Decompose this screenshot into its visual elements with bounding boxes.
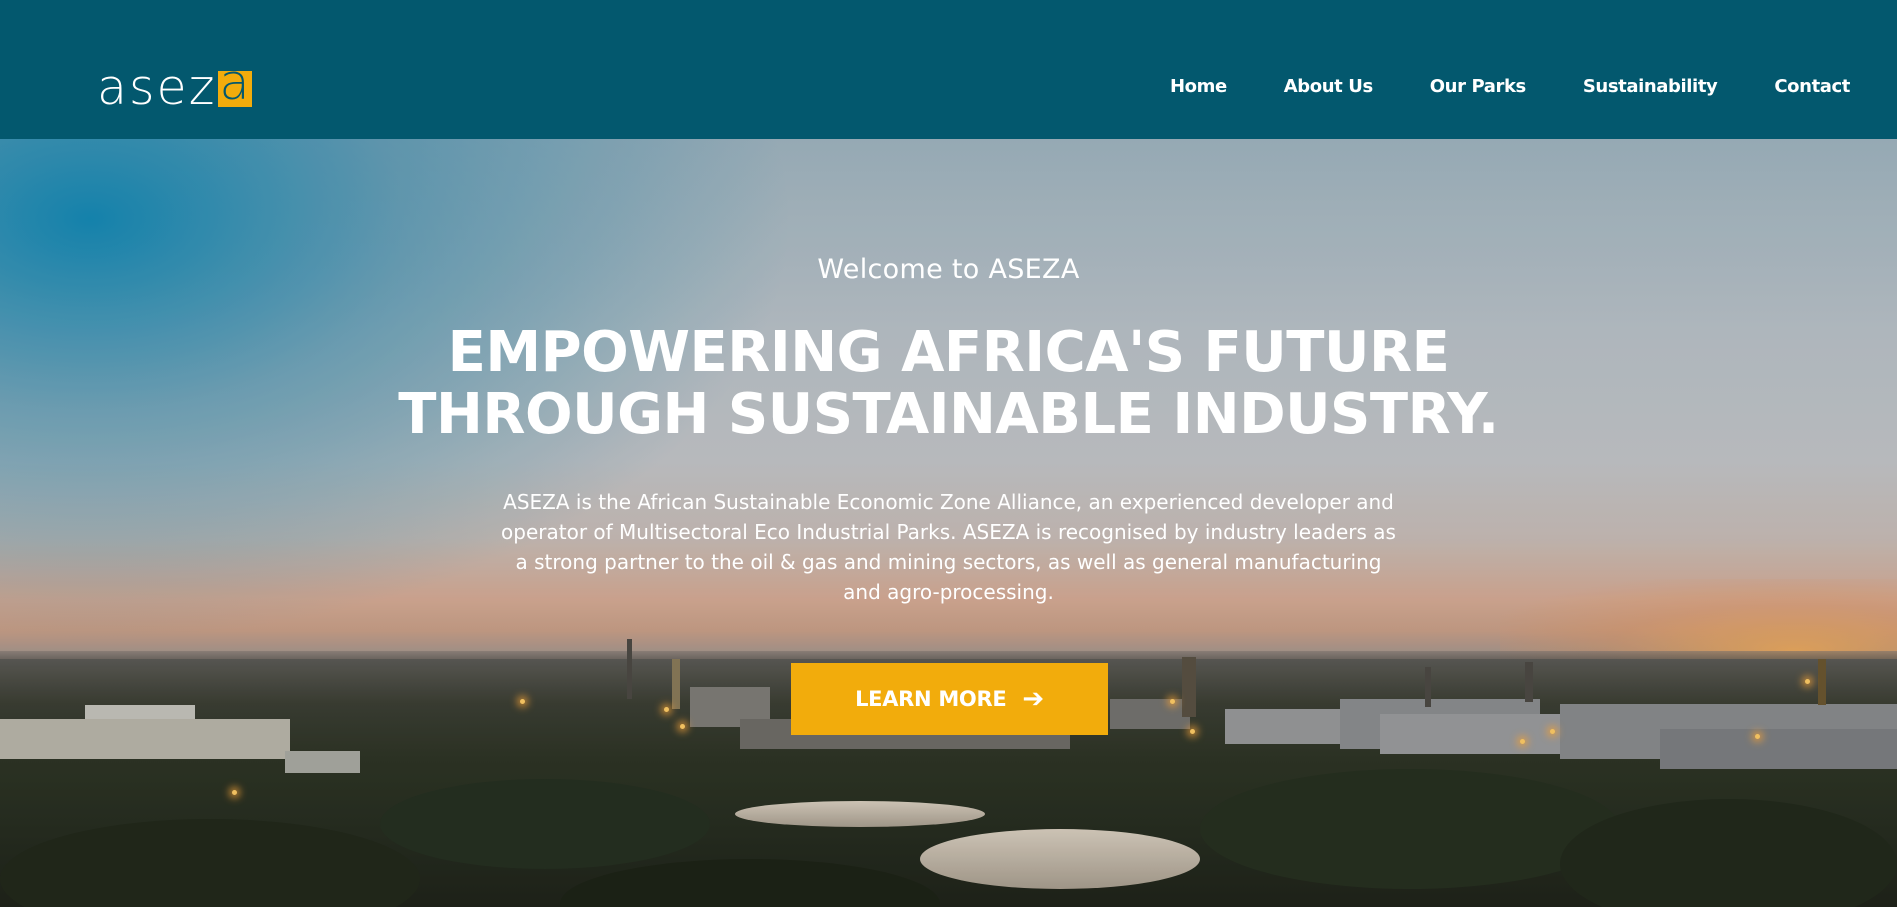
logo-box-letter: a <box>219 54 250 111</box>
nav-contact[interactable]: Contact <box>1774 76 1850 97</box>
main-nav: Home About Us Our Parks Sustainability C… <box>1113 76 1850 97</box>
nav-home[interactable]: Home <box>1170 76 1227 97</box>
logo-box-icon: a <box>218 58 253 107</box>
hero-headline: EMPOWERING AFRICA'S FUTURE THROUGH SUSTA… <box>0 322 1897 446</box>
arrow-right-icon: ➔ <box>1022 684 1044 714</box>
learn-more-label: LEARN MORE <box>855 687 1007 711</box>
aseza-logo[interactable]: asez a <box>97 58 253 116</box>
nav-sustainability[interactable]: Sustainability <box>1583 76 1718 97</box>
hero-description: ASEZA is the African Sustainable Economi… <box>501 490 1396 604</box>
hero-headline-line1: EMPOWERING AFRICA'S FUTURE <box>447 320 1450 385</box>
hero-welcome-text: Welcome to ASEZA <box>817 254 1080 285</box>
learn-more-button[interactable]: LEARN MORE ➔ <box>791 663 1108 735</box>
hero-section: Welcome to ASEZA EMPOWERING AFRICA'S FUT… <box>0 139 1897 907</box>
site-header: asez a Home About Us Our Parks Sustainab… <box>0 0 1897 139</box>
hero-headline-line2: THROUGH SUSTAINABLE INDUSTRY. <box>398 382 1499 447</box>
nav-our-parks[interactable]: Our Parks <box>1430 76 1526 97</box>
nav-about-us[interactable]: About Us <box>1284 76 1373 97</box>
logo-text: asez <box>97 59 217 116</box>
